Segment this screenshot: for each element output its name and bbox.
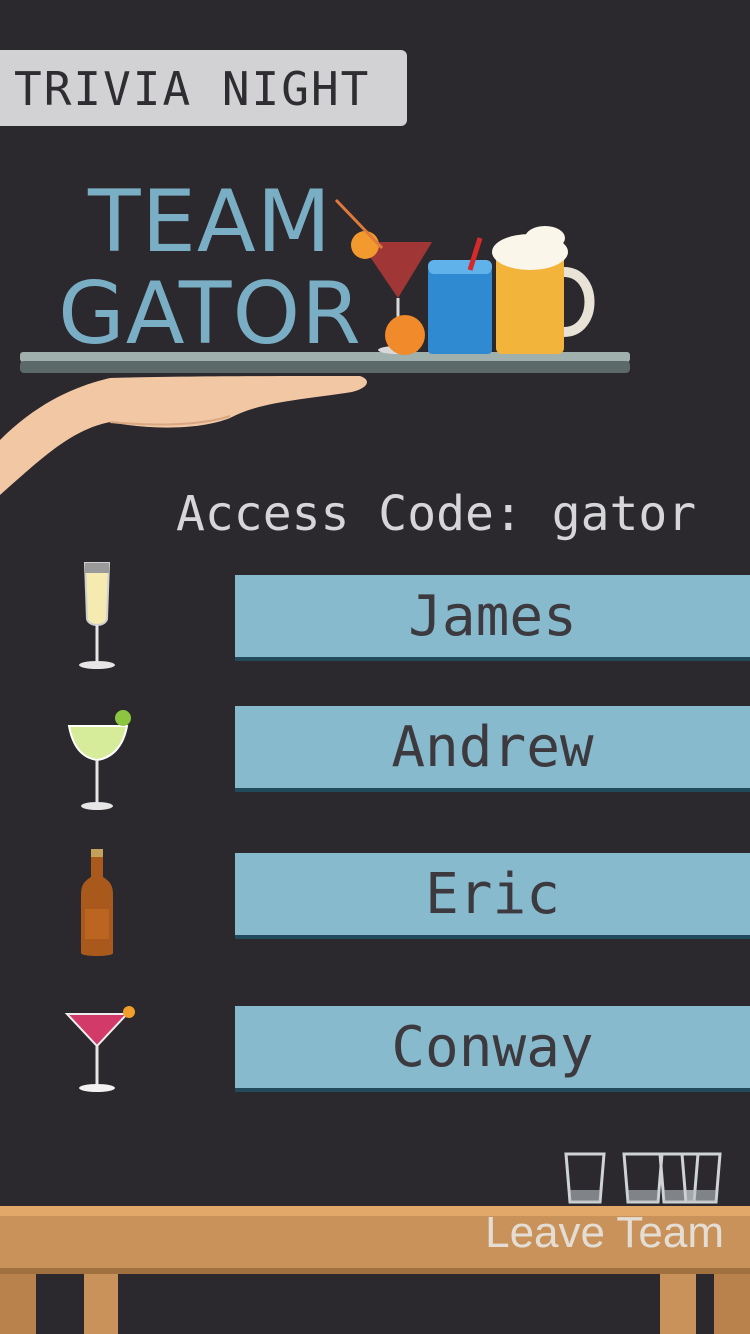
member-row-eric: Eric	[0, 849, 750, 956]
margarita-icon	[67, 710, 131, 810]
team-name: TEAM GATOR	[0, 176, 420, 360]
shot-glasses-icon	[564, 1152, 722, 1204]
member-button-andrew[interactable]: Andrew	[235, 706, 750, 792]
beer-bottle-icon	[81, 849, 113, 956]
badge-label: TRIVIA NIGHT	[14, 62, 371, 116]
trivia-night-badge: TRIVIA NIGHT	[0, 50, 407, 126]
member-button-conway[interactable]: Conway	[235, 1006, 750, 1092]
champagne-flute-icon	[79, 562, 115, 669]
blue-cocktail-icon	[428, 237, 492, 354]
member-button-james[interactable]: James	[235, 575, 750, 661]
access-code-label: Access Code:	[176, 486, 523, 542]
access-code: Access Code: gator	[176, 486, 750, 542]
member-row-conway: Conway	[0, 1006, 750, 1102]
team-name-line1: TEAM	[88, 172, 332, 272]
access-code-value: gator	[551, 486, 697, 542]
member-row-james: James	[0, 562, 750, 671]
member-button-eric[interactable]: Eric	[235, 853, 750, 939]
leave-team-button[interactable]: Leave Team	[485, 1208, 724, 1258]
team-name-line2: GATOR	[58, 264, 362, 364]
cosmopolitan-icon	[64, 1006, 135, 1092]
member-row-andrew: Andrew	[0, 706, 750, 810]
beer-mug-icon	[492, 226, 595, 354]
